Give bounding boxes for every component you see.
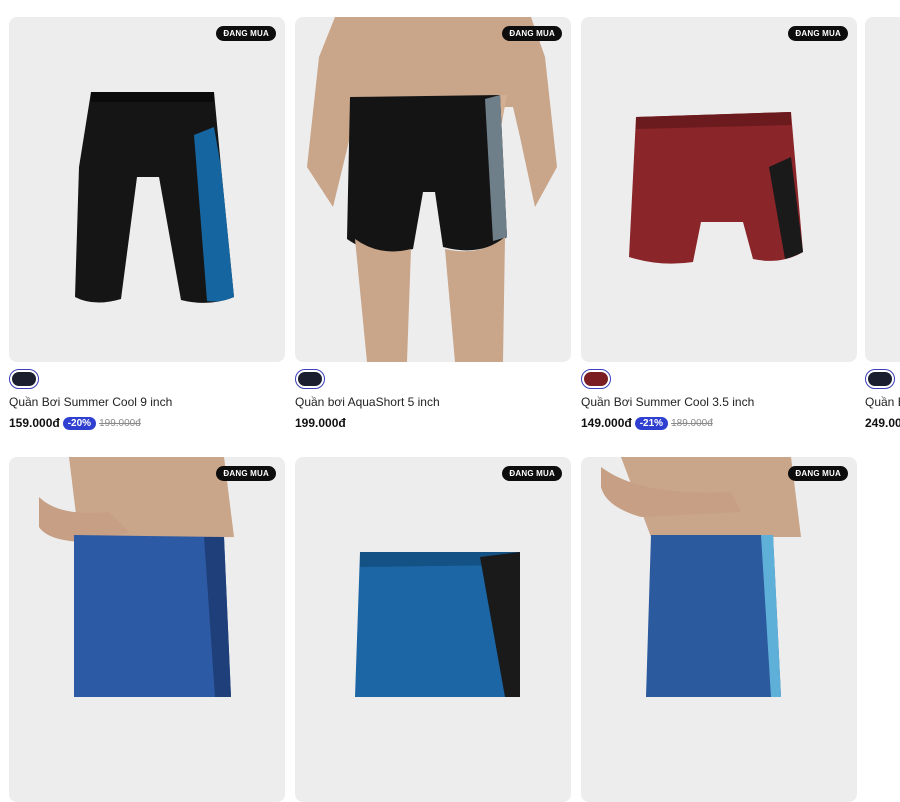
price: 199.000đ xyxy=(295,416,346,430)
trunk-red-illustration xyxy=(629,112,803,264)
status-badge: ĐANG MUA xyxy=(502,26,562,41)
product-name[interactable]: Quần Bơi Summer Cool 9 inch xyxy=(9,395,172,409)
swatch-fill xyxy=(868,372,892,386)
product-image[interactable]: ĐANG MUA xyxy=(581,457,857,802)
status-badge: ĐANG MUA xyxy=(502,466,562,481)
model-jammer-blue-illustration xyxy=(9,457,285,802)
swatch-fill xyxy=(584,372,608,386)
color-swatch[interactable] xyxy=(865,369,895,389)
product-image[interactable]: ĐANG MUA xyxy=(295,457,571,802)
product-name[interactable]: Quần Bơi Summer Cool 3.5 inch xyxy=(581,395,754,409)
price: 149.000đ xyxy=(581,416,632,430)
product-image[interactable]: ĐANG MUA xyxy=(581,17,857,362)
color-swatch[interactable] xyxy=(295,369,325,389)
swatch-fill xyxy=(12,372,36,386)
status-badge: ĐANG MUA xyxy=(788,26,848,41)
color-swatch[interactable] xyxy=(9,369,39,389)
price-row: 149.000đ -21% 189.000đ xyxy=(581,416,713,430)
original-price: 199.000đ xyxy=(99,417,141,429)
model-jammer-navy-illustration xyxy=(601,457,801,697)
swatch-fill xyxy=(298,372,322,386)
jammer-9inch-illustration xyxy=(75,92,234,303)
model-aquashort-illustration xyxy=(307,17,557,362)
price-row: 159.000đ -20% 199.000đ xyxy=(9,416,141,430)
price: 249.00 xyxy=(865,416,900,430)
color-swatch[interactable] xyxy=(581,369,611,389)
product-image[interactable]: ĐANG MUA xyxy=(9,457,285,802)
product-card-partial[interactable]: Quần B 249.00 xyxy=(865,17,900,447)
product-image[interactable]: ĐANG MUA xyxy=(9,17,285,362)
price-row: 199.000đ xyxy=(295,416,346,430)
product-image[interactable]: ĐANG MUA xyxy=(295,17,571,362)
price: 159.000đ xyxy=(9,416,60,430)
trunk-blue-illustration xyxy=(355,552,520,697)
status-badge: ĐANG MUA xyxy=(788,466,848,481)
status-badge: ĐANG MUA xyxy=(216,26,276,41)
discount-badge: -21% xyxy=(634,416,669,430)
product-name[interactable]: Quần bơi AquaShort 5 inch xyxy=(295,395,440,409)
original-price: 189.000đ xyxy=(671,417,713,429)
price-row: 249.00 xyxy=(865,416,900,430)
product-name[interactable]: Quần B xyxy=(865,395,900,409)
discount-badge: -20% xyxy=(62,416,97,430)
status-badge: ĐANG MUA xyxy=(216,466,276,481)
